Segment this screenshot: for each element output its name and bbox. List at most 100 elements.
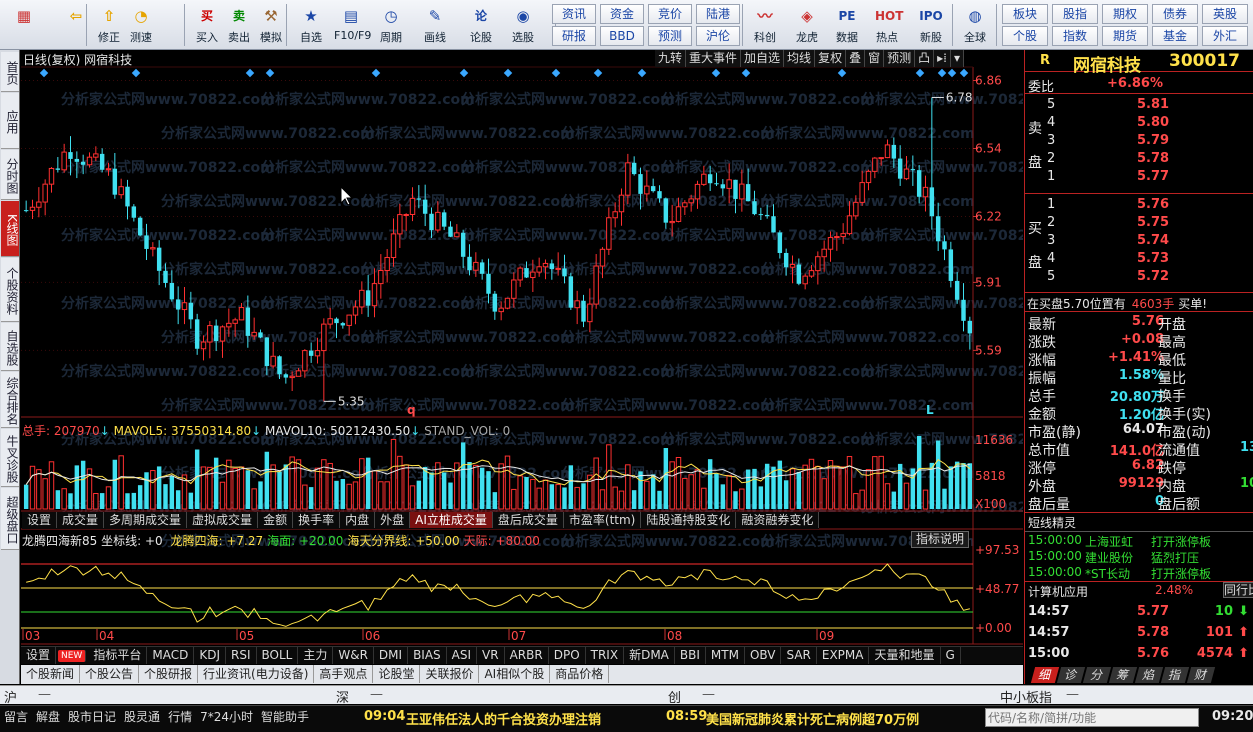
- left-tab-0[interactable]: 首页: [1, 52, 19, 92]
- indicator-tab[interactable]: RSI: [226, 647, 257, 664]
- chart-header-button[interactable]: ▾: [950, 50, 965, 67]
- quote-tab[interactable]: 焰: [1134, 667, 1164, 683]
- volume-tab[interactable]: 内盘: [340, 512, 376, 528]
- indicator-tab[interactable]: BOLL: [257, 647, 299, 664]
- status-button[interactable]: 智能助手: [257, 709, 313, 726]
- volume-tab[interactable]: 多周期成交量: [104, 512, 188, 528]
- status-button[interactable]: 留言: [0, 709, 32, 726]
- left-tab-5[interactable]: 自选股: [1, 323, 19, 371]
- indicator-tab[interactable]: ASI: [447, 647, 478, 664]
- bid-price[interactable]: 5.74: [1137, 233, 1169, 248]
- ask-price[interactable]: 5.80: [1137, 115, 1169, 130]
- left-tab-6[interactable]: 综合排名: [1, 372, 19, 428]
- sector-name[interactable]: 计算机应用: [1028, 583, 1088, 600]
- ask-price[interactable]: 5.78: [1137, 151, 1169, 166]
- volume-tab[interactable]: 市盈率(ttm): [564, 512, 642, 528]
- sell-button[interactable]: 卖卖出: [222, 2, 256, 48]
- status-button[interactable]: 7*24小时: [196, 709, 257, 726]
- chart-header-button[interactable]: 预测: [884, 50, 916, 67]
- volume-tab[interactable]: 虚拟成交量: [187, 512, 259, 528]
- quote-tab[interactable]: 指: [1160, 667, 1190, 683]
- hammer-button[interactable]: ⚒ 模拟: [254, 2, 288, 48]
- market-button[interactable]: 板块: [1002, 4, 1048, 24]
- bid-price[interactable]: 5.76: [1137, 197, 1169, 212]
- news-1[interactable]: 王亚伟任法人的千合投资办理注销: [406, 709, 601, 728]
- left-tab-1[interactable]: 应用: [1, 93, 19, 149]
- quote-tab[interactable]: 诊: [1056, 667, 1086, 683]
- chart-header-button[interactable]: 九转: [655, 50, 687, 67]
- volume-tab[interactable]: 外盘: [375, 512, 411, 528]
- volume-tab[interactable]: 陆股通持股变化: [641, 512, 737, 528]
- news-tab[interactable]: 论股堂: [373, 665, 421, 683]
- indicator-tab[interactable]: VR: [477, 647, 505, 664]
- up-arrow-button[interactable]: ⇧ 修正: [92, 2, 126, 48]
- f10-button[interactable]: ▤ F10/F9: [334, 2, 371, 48]
- quick-button[interactable]: 资讯: [552, 4, 596, 24]
- market-button[interactable]: 基金: [1152, 26, 1198, 46]
- chart-area[interactable]: 分析家公式网www.70822.com 分析家公式网www.70822.com 分析…: [21, 50, 1023, 684]
- buy-button[interactable]: 买买入: [190, 2, 224, 48]
- indicator-tab[interactable]: EXPMA: [817, 647, 870, 664]
- chart-header-button[interactable]: 均线: [784, 50, 816, 67]
- speed-button[interactable]: ◔ 测速: [124, 2, 158, 48]
- kline-chart[interactable]: 分析家公式网www.70822.com分析家公式网www.70822.com分析…: [21, 50, 1023, 684]
- news-tab[interactable]: 商品价格: [550, 665, 610, 683]
- volume-tab[interactable]: 融资融券变化: [736, 512, 820, 528]
- volume-tab[interactable]: 金额: [258, 512, 294, 528]
- indicator-tab[interactable]: OBV: [745, 647, 782, 664]
- select-button[interactable]: ◉ 选股: [506, 2, 540, 48]
- market-button[interactable]: 外汇: [1202, 26, 1248, 46]
- chart-header-button[interactable]: ▸⁞: [934, 50, 951, 67]
- kechuang-button[interactable]: 〰科创: [748, 2, 782, 48]
- quick-button[interactable]: 资金: [600, 4, 644, 24]
- volume-tab[interactable]: 成交量: [57, 512, 105, 528]
- market-button[interactable]: 股指: [1052, 4, 1098, 24]
- indicator-tab[interactable]: G: [941, 647, 961, 664]
- quote-tab[interactable]: 细: [1030, 667, 1060, 683]
- indicator-tab[interactable]: NEW: [58, 649, 87, 662]
- indicator-tab[interactable]: 设置: [21, 647, 57, 664]
- quick-button[interactable]: 预测: [648, 26, 692, 46]
- status-button[interactable]: 行情: [164, 709, 196, 726]
- sprite-stock[interactable]: 建业股份: [1085, 549, 1133, 566]
- news-tab[interactable]: 个股研报: [139, 665, 199, 683]
- indicator-tab[interactable]: BBI: [675, 647, 706, 664]
- market-button[interactable]: 个股: [1002, 26, 1048, 46]
- indicator-tab[interactable]: KDJ: [194, 647, 226, 664]
- news-tab[interactable]: 高手观点: [314, 665, 374, 683]
- sprite-stock[interactable]: 上海亚虹: [1085, 533, 1133, 550]
- left-tab-8[interactable]: 超级盘口: [1, 488, 19, 550]
- ask-price[interactable]: 5.77: [1137, 169, 1169, 184]
- news-2[interactable]: 美国新冠肺炎累计死亡病例超70万例: [706, 709, 919, 728]
- status-button[interactable]: 解盘: [32, 709, 64, 726]
- ipo-button[interactable]: IPO 新股: [914, 2, 948, 48]
- news-tab[interactable]: 个股公告: [80, 665, 140, 683]
- quick-button[interactable]: 竞价: [648, 4, 692, 24]
- chart-header-button[interactable]: 凸: [915, 50, 935, 67]
- chart-header-button[interactable]: 加自选: [741, 50, 785, 67]
- indicator-tab[interactable]: DMI: [374, 647, 409, 664]
- news-tab[interactable]: 关联报价: [420, 665, 480, 683]
- indicator-tab[interactable]: DPO: [549, 647, 586, 664]
- chart-header-button[interactable]: 复权: [815, 50, 847, 67]
- quote-tab[interactable]: 财: [1186, 667, 1216, 683]
- bid-price[interactable]: 5.73: [1137, 251, 1169, 266]
- market-button[interactable]: 期货: [1102, 26, 1148, 46]
- bid-price[interactable]: 5.75: [1137, 215, 1169, 230]
- bid-price[interactable]: 5.72: [1137, 269, 1169, 284]
- dragon-button[interactable]: ◈ 龙虎: [790, 2, 824, 48]
- indicator-tab[interactable]: SAR: [781, 647, 817, 664]
- left-tab-7[interactable]: 牛叉诊股: [1, 429, 19, 487]
- indicator-tab[interactable]: MACD: [147, 647, 195, 664]
- indicator-tab[interactable]: W&R: [333, 647, 374, 664]
- chart-header-button[interactable]: 叠: [846, 50, 866, 67]
- cycle-button[interactable]: ◷ 周期: [374, 2, 408, 48]
- news-tab[interactable]: 个股新闻: [21, 665, 81, 683]
- market-button[interactable]: 债券: [1152, 4, 1198, 24]
- hot-button[interactable]: HOT 热点: [870, 2, 904, 48]
- news-tab[interactable]: 行业资讯(电力设备): [198, 665, 315, 683]
- volume-tab[interactable]: 设置: [22, 512, 58, 528]
- quick-button[interactable]: 沪伦: [696, 26, 740, 46]
- indicator-tab[interactable]: 指标平台: [88, 647, 148, 664]
- left-tab-2[interactable]: 分时图: [1, 150, 19, 200]
